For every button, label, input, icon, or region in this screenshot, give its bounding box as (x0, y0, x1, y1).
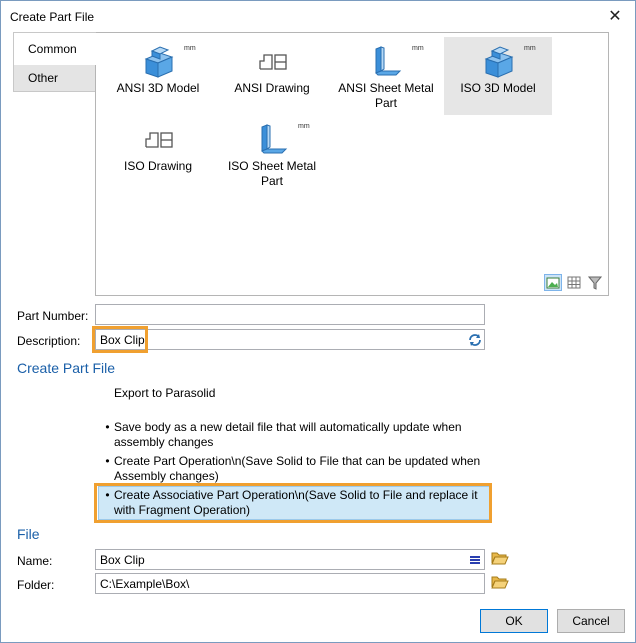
cancel-button[interactable]: Cancel (557, 609, 625, 633)
option-save-detail-file[interactable]: • Save body as a new detail file that wi… (101, 420, 486, 450)
view-mode-buttons (544, 274, 604, 291)
folder-input[interactable]: C:\Example\Box\ (95, 573, 485, 594)
template-label: ANSI Drawing (234, 81, 310, 95)
template-gallery: mm ANSI 3D Model ANSI Drawing mm ANSI Sh… (95, 32, 609, 296)
unit-badge: mm (298, 123, 310, 130)
option-export-parasolid[interactable]: Export to Parasolid (101, 386, 486, 401)
unit-badge: mm (184, 45, 196, 52)
menu-list-icon[interactable] (465, 550, 485, 570)
template-iso-drawing[interactable]: ISO Drawing (104, 115, 212, 193)
browse-folder-icon[interactable] (490, 548, 510, 568)
name-value: Box Clip (100, 553, 145, 567)
sheet-metal-icon (261, 124, 288, 154)
solid-block-icon (484, 46, 514, 78)
template-iso-3d-model[interactable]: mm ISO 3D Model (444, 37, 552, 115)
part-number-input[interactable] (95, 304, 485, 325)
tab-common[interactable]: Common (13, 32, 96, 65)
large-icons-view-icon[interactable] (544, 274, 562, 291)
filter-icon[interactable] (586, 274, 604, 291)
create-part-file-dialog: Create Part File ✕ Common Other mm ANSI … (0, 0, 636, 643)
option-text: Save body as a new detail file that will… (114, 420, 462, 449)
template-ansi-drawing[interactable]: ANSI Drawing (218, 37, 326, 115)
tab-other[interactable]: Other (13, 63, 96, 92)
option-bullet: • (105, 420, 110, 434)
description-value: Box Clip (100, 333, 145, 347)
solid-block-icon (144, 46, 174, 78)
drawing-sheet-icon (259, 54, 287, 70)
list-view-icon[interactable] (565, 274, 583, 291)
unit-badge: mm (412, 45, 424, 52)
part-number-label: Part Number: (17, 309, 89, 323)
option-text: Create Associative Part Operation\n(Save… (114, 488, 478, 517)
name-input[interactable]: Box Clip (95, 549, 485, 570)
name-label: Name: (17, 554, 53, 568)
option-create-part-operation[interactable]: • Create Part Operation\n(Save Solid to … (101, 454, 486, 484)
template-label: ISO 3D Model (460, 81, 536, 95)
option-bullet: • (105, 454, 110, 468)
ok-button[interactable]: OK (480, 609, 548, 633)
option-create-associative-part-operation[interactable]: • Create Associative Part Operation\n(Sa… (98, 486, 490, 520)
template-iso-sheet-metal-part[interactable]: mm ISO Sheet Metal Part (218, 115, 326, 193)
description-input[interactable]: Box Clip (95, 329, 485, 350)
file-section-title: File (17, 526, 40, 542)
option-text: Export to Parasolid (114, 386, 216, 400)
title-bar: Create Part File ✕ (1, 1, 635, 32)
template-ansi-sheet-metal-part[interactable]: mm ANSI Sheet Metal Part (332, 37, 440, 115)
option-bullet (101, 386, 114, 401)
template-label: ISO Drawing (123, 159, 193, 173)
drawing-sheet-icon (145, 132, 173, 148)
tab-common-label: Common (28, 42, 77, 56)
unit-badge: mm (524, 45, 536, 52)
close-icon[interactable]: ✕ (603, 5, 627, 27)
tab-other-label: Other (28, 70, 59, 85)
option-bullet: • (105, 488, 110, 502)
folder-label: Folder: (17, 578, 55, 592)
sheet-metal-icon (375, 46, 402, 76)
template-label: ANSI 3D Model (116, 81, 200, 95)
option-text: Create Part Operation\n(Save Solid to Fi… (114, 454, 481, 483)
folder-value: C:\Example\Box\ (100, 577, 190, 591)
template-ansi-3d-model[interactable]: mm ANSI 3D Model (104, 37, 212, 115)
create-section-title: Create Part File (17, 360, 116, 376)
window-title: Create Part File (10, 10, 95, 24)
dialog-body: Common Other mm ANSI 3D Model ANSI Drawi… (1, 32, 635, 642)
description-label: Description: (17, 334, 81, 348)
browse-folder-icon[interactable] (490, 572, 510, 592)
template-label: ANSI Sheet Metal Part (338, 81, 434, 110)
template-label: ISO Sheet Metal Part (227, 159, 317, 188)
refresh-icon[interactable] (465, 330, 485, 350)
